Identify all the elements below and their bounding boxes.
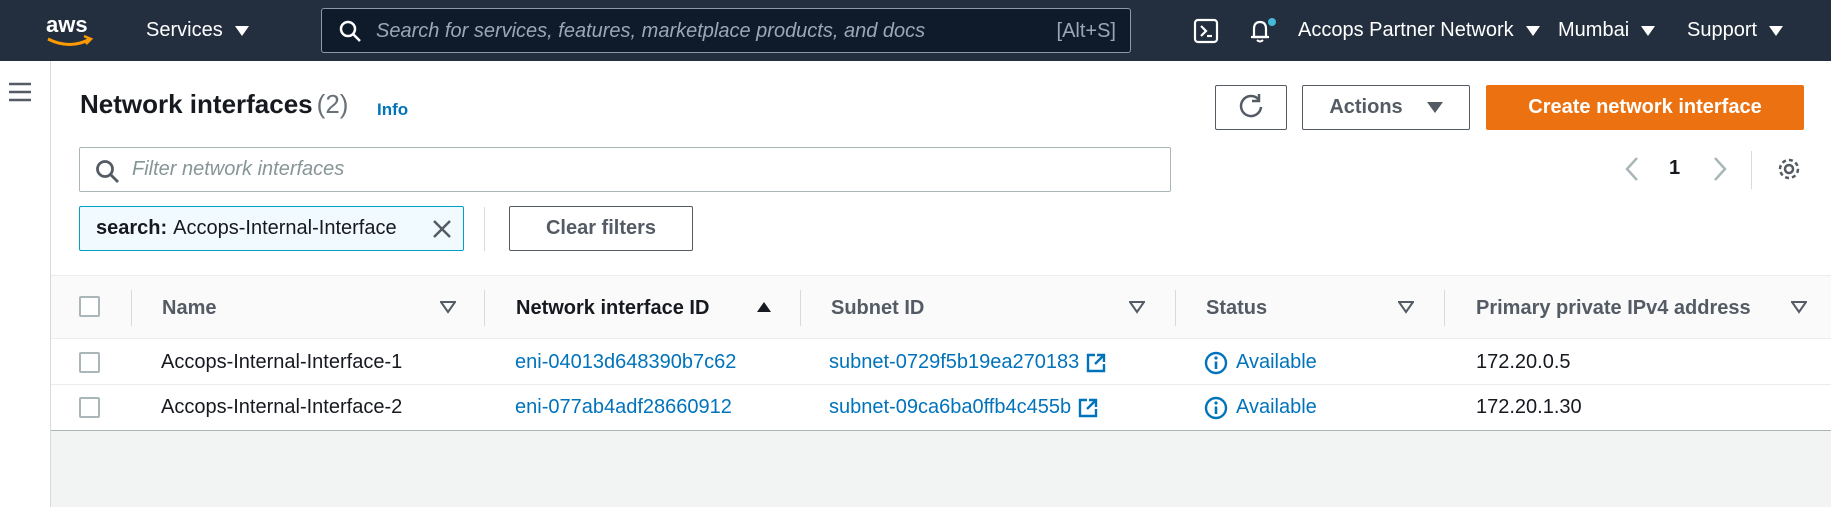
services-label: Services — [146, 19, 223, 41]
search-icon — [94, 158, 120, 189]
network-interfaces-panel: Network interfaces (2) Info Actions Creat… — [51, 61, 1831, 431]
cell-name: Accops-Internal-Interface-1 — [161, 351, 403, 373]
table-header: Name Network interface ID Subnet ID Stat… — [51, 275, 1831, 339]
subnet-link[interactable]: subnet-09ca6ba0ffb4c455b — [829, 396, 1071, 419]
page-number[interactable]: 1 — [1669, 157, 1680, 180]
chevron-down-icon — [1525, 25, 1540, 36]
search-placeholder: Search for services, features, marketpla… — [376, 20, 926, 42]
subnet-link[interactable]: subnet-0729f5b19ea270183 — [829, 351, 1079, 374]
sort-icon[interactable] — [439, 300, 457, 319]
column-separator — [484, 290, 485, 326]
chevron-down-icon — [234, 25, 249, 36]
info-link[interactable]: Info — [377, 100, 408, 120]
account-menu[interactable]: Accops Partner Network — [1298, 0, 1540, 61]
page-title: Network interfaces (2) — [80, 89, 348, 120]
actions-dropdown-button[interactable]: Actions — [1302, 85, 1470, 130]
region-menu[interactable]: Mumbai — [1558, 0, 1656, 61]
search-shortcut: [Alt+S] — [1056, 20, 1116, 42]
support-menu[interactable]: Support — [1687, 0, 1784, 61]
cell-name: Accops-Internal-Interface-2 — [161, 396, 403, 418]
subnet-cell: subnet-09ca6ba0ffb4c455b — [829, 385, 1099, 430]
chevron-down-icon — [1641, 25, 1656, 36]
status-text: Available — [1236, 396, 1317, 418]
status-text: Available — [1236, 351, 1317, 373]
filter-placeholder: Filter network interfaces — [132, 158, 345, 180]
column-separator — [1444, 290, 1445, 326]
aws-logo[interactable]: aws — [44, 12, 96, 50]
sort-icon[interactable] — [1790, 300, 1808, 319]
filter-token-key: search: — [96, 217, 168, 239]
chevron-left-icon[interactable] — [1623, 155, 1641, 188]
page-title-text: Network interfaces — [80, 89, 313, 119]
clear-filters-label: Clear filters — [545, 217, 657, 239]
hamburger-menu-icon[interactable] — [9, 82, 31, 107]
global-search-input[interactable]: Search for services, features, marketpla… — [321, 8, 1131, 53]
status-cell: Available — [1204, 340, 1317, 385]
external-link-icon[interactable] — [1077, 397, 1099, 419]
info-status-icon — [1204, 351, 1228, 375]
column-header-status-label: Status — [1206, 296, 1268, 319]
filter-divider — [484, 207, 485, 251]
row-checkbox[interactable] — [79, 352, 100, 373]
subnet-cell: subnet-0729f5b19ea270183 — [829, 340, 1107, 385]
filter-input[interactable]: Filter network interfaces — [79, 147, 1171, 192]
filter-token-value: Accops-Internal-Interface — [173, 217, 397, 239]
create-network-interface-button[interactable]: Create network interface — [1486, 85, 1804, 130]
refresh-button[interactable] — [1215, 85, 1287, 130]
sort-icon[interactable] — [1128, 300, 1146, 319]
column-header-subnet[interactable]: Subnet ID — [831, 276, 924, 340]
column-header-eni[interactable]: Network interface ID — [516, 276, 709, 340]
sort-icon[interactable] — [1397, 300, 1415, 319]
gear-icon[interactable] — [1775, 155, 1803, 188]
pager-divider — [1751, 151, 1752, 189]
account-label: Accops Partner Network — [1298, 19, 1514, 41]
column-header-eni-label: Network interface ID — [516, 296, 710, 319]
column-header-status[interactable]: Status — [1206, 276, 1267, 340]
row-checkbox[interactable] — [79, 397, 100, 418]
actions-label: Actions — [1329, 96, 1403, 118]
services-menu[interactable]: Services — [146, 0, 249, 61]
clear-filters-button[interactable]: Clear filters — [509, 206, 693, 251]
top-navigation-bar: aws Services Search for services, featur… — [0, 0, 1831, 61]
column-separator — [131, 290, 132, 326]
status-cell: Available — [1204, 385, 1317, 430]
create-label: Create network interface — [1528, 96, 1762, 118]
column-header-name[interactable]: Name — [162, 276, 216, 340]
column-header-subnet-label: Subnet ID — [831, 296, 925, 319]
table-row[interactable]: Accops-Internal-Interface-1 eni-04013d64… — [51, 340, 1831, 385]
close-icon[interactable] — [431, 218, 453, 246]
sort-ascending-icon[interactable] — [756, 300, 772, 319]
info-status-icon — [1204, 396, 1228, 420]
support-label: Support — [1687, 19, 1758, 41]
aws-logo-text: aws — [46, 12, 88, 37]
region-label: Mumbai — [1558, 19, 1630, 41]
column-separator — [1175, 290, 1176, 326]
notifications-bell-icon[interactable] — [1246, 0, 1276, 61]
filter-token: search: Accops-Internal-Interface — [79, 206, 464, 251]
select-all-checkbox[interactable] — [79, 296, 100, 317]
refresh-icon — [1237, 91, 1265, 125]
side-navigation-rail — [0, 61, 51, 507]
result-count: (2) — [316, 89, 349, 119]
eni-link[interactable]: eni-077ab4adf28660912 — [515, 385, 732, 430]
search-icon — [338, 19, 362, 48]
table-row[interactable]: Accops-Internal-Interface-2 eni-077ab4ad… — [51, 385, 1831, 430]
chevron-down-icon — [1769, 25, 1784, 36]
cloudshell-icon[interactable] — [1193, 0, 1219, 61]
column-header-name-label: Name — [162, 296, 217, 319]
external-link-icon[interactable] — [1085, 352, 1107, 374]
cell-ipv4: 172.20.0.5 — [1476, 351, 1571, 373]
chevron-down-icon — [1426, 102, 1443, 113]
eni-link[interactable]: eni-04013d648390b7c62 — [515, 340, 736, 385]
column-separator — [800, 290, 801, 326]
column-header-ipv4[interactable]: Primary private IPv4 address — [1476, 276, 1751, 340]
chevron-right-icon[interactable] — [1711, 155, 1729, 188]
column-header-ipv4-label: Primary private IPv4 address — [1476, 296, 1751, 319]
cell-ipv4: 172.20.1.30 — [1476, 396, 1582, 418]
